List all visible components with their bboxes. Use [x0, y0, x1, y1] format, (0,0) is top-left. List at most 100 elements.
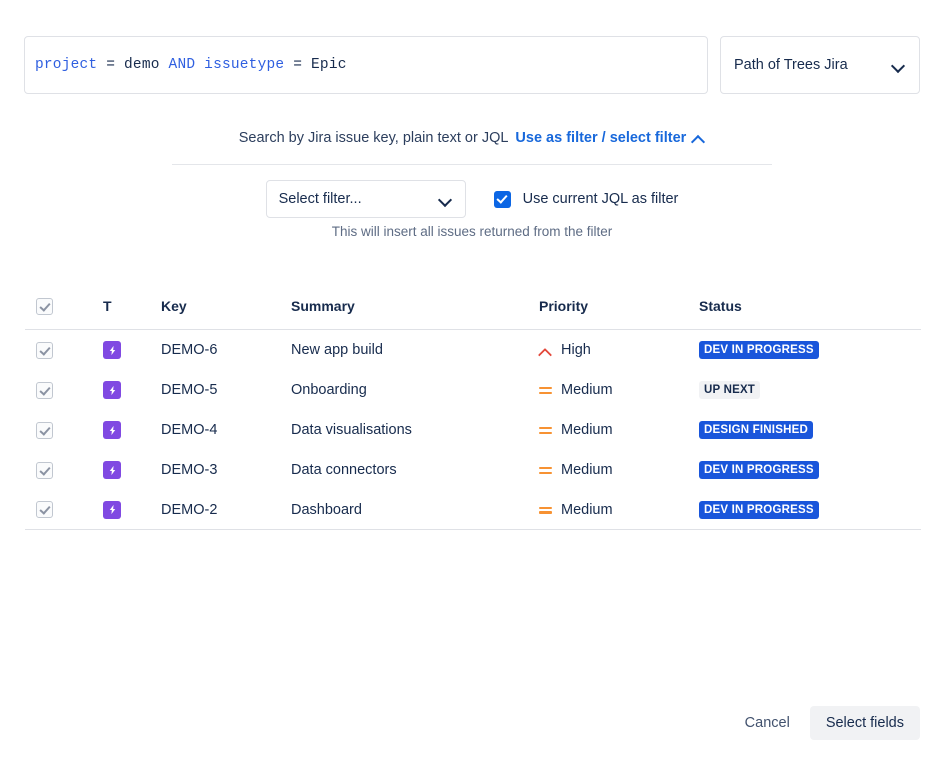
column-header-key: Key — [161, 298, 187, 314]
priority-medium-icon — [539, 464, 552, 477]
row-priority-cell: High — [539, 342, 699, 358]
issue-summary: Data visualisations — [291, 422, 412, 438]
filter-helper-text: This will insert all issues returned fro… — [331, 224, 613, 239]
table-row[interactable]: DEMO-5 Onboarding Medium UP NEXT — [25, 370, 921, 410]
issue-key: DEMO-4 — [161, 422, 218, 438]
status-badge: DESIGN FINISHED — [699, 421, 813, 439]
row-select-checkbox-cell[interactable] — [25, 461, 103, 479]
column-header-priority: Priority — [539, 298, 589, 314]
use-as-filter-link[interactable]: Use as filter / select filter — [515, 130, 705, 146]
status-badge: DEV IN PROGRESS — [699, 341, 819, 359]
row-key-cell[interactable]: DEMO-2 — [161, 502, 291, 518]
checkbox-disabled-checked-icon[interactable] — [36, 341, 53, 359]
row-status-cell: DEV IN PROGRESS — [699, 341, 921, 359]
checkbox-disabled-checked-icon[interactable] — [36, 501, 53, 518]
select-fields-button[interactable]: Select fields — [809, 706, 920, 740]
row-summary-cell: Dashboard — [291, 502, 539, 518]
table-header-row: T Key Summary Priority Status — [25, 297, 921, 330]
row-summary-cell: Data connectors — [291, 462, 539, 478]
priority-high-icon — [539, 344, 552, 357]
chevron-up-icon — [692, 132, 705, 145]
jql-token-value: Epic — [311, 56, 347, 73]
issue-summary: Dashboard — [291, 501, 362, 518]
row-key-cell[interactable]: DEMO-6 — [161, 342, 291, 358]
epic-icon — [103, 381, 121, 399]
row-select-checkbox-cell[interactable] — [25, 501, 103, 518]
cancel-button[interactable]: Cancel — [733, 707, 802, 739]
site-select-value: Path of Trees Jira — [734, 57, 848, 73]
table-body: DEMO-6 New app build High DEV IN PROGRESS DE… — [25, 330, 921, 530]
select-all-header[interactable] — [25, 297, 103, 315]
issue-table: T Key Summary Priority Status DEMO-6 New … — [25, 297, 921, 530]
jql-token-keyword: issuetype — [204, 56, 285, 73]
issue-key: DEMO-6 — [161, 342, 218, 358]
column-header-type: T — [103, 298, 112, 314]
row-status-cell: DEV IN PROGRESS — [699, 461, 921, 479]
issue-priority: Medium — [561, 501, 613, 518]
checkbox-disabled-checked-icon[interactable] — [36, 381, 53, 399]
issue-key: DEMO-3 — [161, 462, 218, 478]
priority-medium-icon — [539, 384, 552, 397]
issue-priority: Medium — [561, 462, 613, 478]
row-status-cell: DEV IN PROGRESS — [699, 500, 921, 519]
table-row[interactable]: DEMO-6 New app build High DEV IN PROGRESS — [25, 330, 921, 370]
issue-summary: Onboarding — [291, 382, 367, 398]
checkbox-disabled-checked-icon[interactable] — [36, 461, 53, 479]
column-header-status: Status — [699, 298, 742, 314]
row-select-checkbox-cell[interactable] — [25, 421, 103, 439]
checkbox-checked-icon[interactable] — [493, 190, 511, 208]
use-as-filter-label: Use as filter / select filter — [515, 130, 687, 146]
table-row[interactable]: DEMO-4 Data visualisations Medium DESIGN FI… — [25, 410, 921, 450]
issue-priority: High — [561, 342, 591, 358]
epic-icon — [103, 500, 121, 519]
table-row[interactable]: DEMO-3 Data connectors Medium DEV IN PROGRE… — [25, 450, 921, 490]
row-priority-cell: Medium — [539, 382, 699, 398]
chevron-down-icon — [439, 193, 452, 206]
select-filter-value: Select filter... — [278, 191, 362, 207]
row-type-cell — [103, 421, 161, 439]
site-select[interactable]: Path of Trees Jira — [720, 36, 920, 94]
jql-token-operator — [160, 57, 169, 73]
row-priority-cell: Medium — [539, 462, 699, 478]
checkbox-disabled-checked-icon[interactable] — [36, 421, 53, 439]
status-badge: DEV IN PROGRESS — [699, 461, 819, 479]
checkbox-disabled-checked-icon[interactable] — [36, 298, 53, 315]
jql-input[interactable]: project = demo AND issuetype = Epic — [24, 36, 708, 94]
row-select-checkbox-cell[interactable] — [25, 381, 103, 399]
row-summary-cell: Onboarding — [291, 382, 539, 398]
row-priority-cell: Medium — [539, 502, 699, 518]
issue-key: DEMO-2 — [161, 501, 218, 518]
row-status-cell: DESIGN FINISHED — [699, 421, 921, 439]
priority-medium-icon — [539, 503, 552, 516]
issue-key: DEMO-5 — [161, 382, 218, 398]
jql-token-operator: = — [97, 56, 125, 73]
row-summary-cell: New app build — [291, 342, 539, 358]
row-select-checkbox-cell[interactable] — [25, 341, 103, 359]
search-hint-row: Search by Jira issue key, plain text or … — [0, 130, 944, 146]
jql-text: project = demo AND issuetype = Epic — [35, 58, 347, 73]
row-type-cell — [103, 341, 161, 359]
table-row[interactable]: DEMO-2 Dashboard Medium DEV IN PROGRESS — [25, 490, 921, 530]
row-type-cell — [103, 381, 161, 399]
epic-icon — [103, 461, 121, 479]
jql-token-value: demo — [124, 56, 160, 73]
epic-icon — [103, 421, 121, 439]
priority-medium-icon — [539, 424, 552, 437]
search-bar-row: project = demo AND issuetype = Epic Path… — [24, 36, 920, 94]
issue-summary: Data connectors — [291, 462, 397, 478]
row-key-cell[interactable]: DEMO-3 — [161, 462, 291, 478]
row-type-cell — [103, 500, 161, 519]
row-key-cell[interactable]: DEMO-5 — [161, 382, 291, 398]
epic-icon — [103, 341, 121, 359]
jql-token-operator — [195, 57, 204, 73]
section-divider — [172, 164, 772, 165]
jql-token-keyword: project — [35, 56, 98, 73]
issue-priority: Medium — [561, 422, 613, 438]
jql-token-keyword: AND — [168, 56, 196, 73]
use-current-jql-checkbox[interactable]: Use current JQL as filter — [493, 190, 678, 208]
column-header-summary: Summary — [291, 298, 355, 314]
row-key-cell[interactable]: DEMO-4 — [161, 422, 291, 438]
issue-priority: Medium — [561, 382, 613, 398]
row-summary-cell: Data visualisations — [291, 422, 539, 438]
select-filter-dropdown[interactable]: Select filter... — [265, 180, 466, 218]
